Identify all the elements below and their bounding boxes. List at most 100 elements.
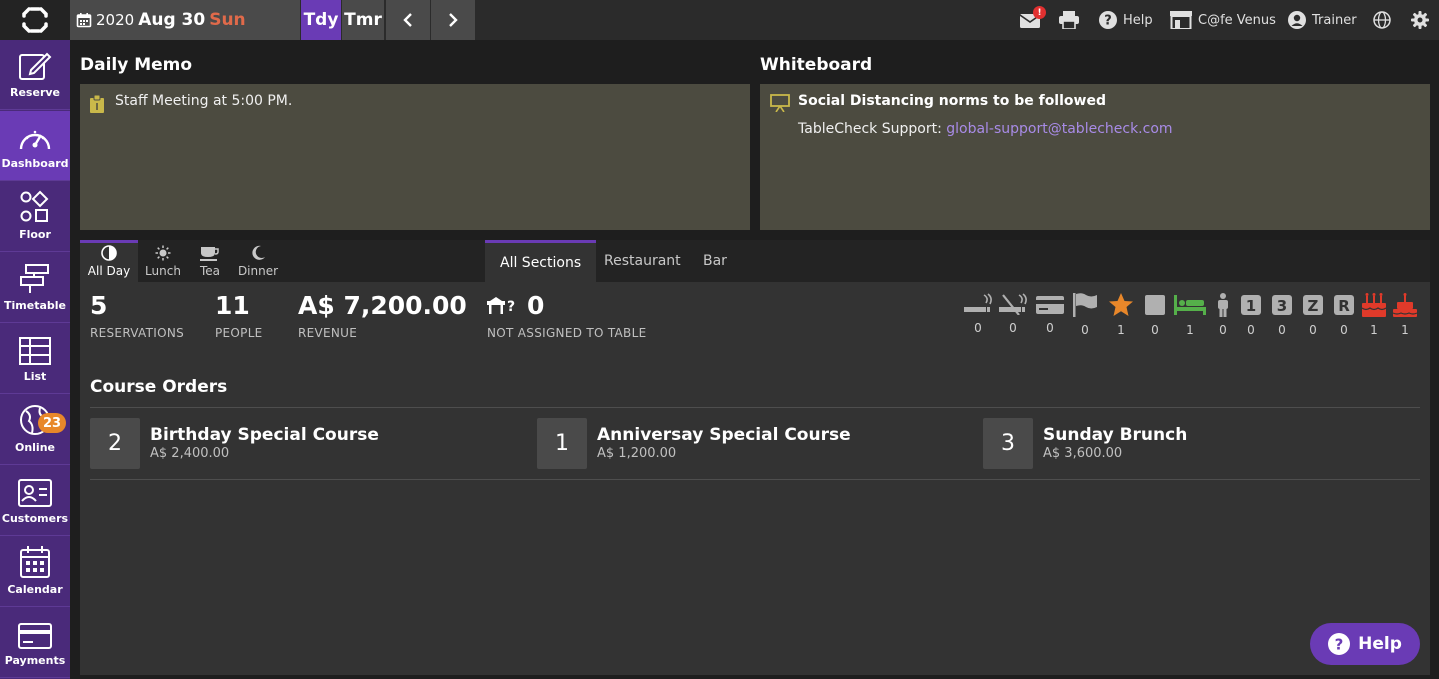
stat-unassigned[interactable]: ? 0 NOT ASSIGNED TO TABLE — [487, 292, 646, 340]
r-badge-icon: R — [1334, 295, 1354, 315]
flag-anniversary[interactable]: 1 — [1390, 293, 1420, 337]
no-smoking-icon — [999, 293, 1027, 315]
flag-flag[interactable]: 0 — [1070, 293, 1100, 337]
flag-square[interactable]: 0 — [1140, 293, 1170, 337]
top-bar: 2020 Aug 30 Sun Tdy Tmr ! ? Help C@fe Ve… — [0, 0, 1439, 40]
anniversary-cake-icon — [1392, 293, 1418, 317]
sidebar-item-customers[interactable]: Customers — [0, 466, 70, 536]
divider — [90, 479, 1420, 480]
flag-one[interactable]: 1 0 — [1236, 293, 1266, 337]
tab-dinner[interactable]: Dinner — [235, 240, 281, 282]
flag-star[interactable]: 1 — [1106, 293, 1136, 337]
sidebar: Reserve Dashboard Floor Timetable List 2… — [0, 40, 70, 679]
date-month-day: Aug 30 — [138, 10, 206, 30]
sidebar-item-list[interactable]: List — [0, 324, 70, 394]
flag-count: 0 — [1247, 323, 1255, 337]
credit-card-icon — [18, 623, 52, 649]
tab-lunch[interactable]: Lunch — [140, 240, 186, 282]
date-picker[interactable]: 2020 Aug 30 Sun — [70, 0, 300, 40]
tab-tea[interactable]: Tea — [190, 240, 230, 282]
flag-count: 0 — [974, 321, 982, 335]
globe-icon — [1373, 11, 1391, 29]
next-day-button[interactable] — [431, 0, 475, 40]
shop-selector[interactable]: C@fe Venus — [1170, 0, 1276, 40]
stat-label: REVENUE — [298, 326, 358, 340]
flag-birthday[interactable]: 1 — [1359, 293, 1389, 337]
settings-button[interactable] — [1411, 0, 1429, 40]
flag-bed[interactable]: 1 — [1174, 293, 1206, 337]
stat-people: 11 PEOPLE — [215, 292, 263, 341]
flag-count: 1 — [1186, 323, 1194, 337]
sidebar-label: Timetable — [4, 299, 66, 312]
today-button[interactable]: Tdy — [301, 0, 341, 40]
help-label: Help — [1123, 12, 1153, 28]
gear-icon — [1411, 11, 1429, 29]
tab-all-day[interactable]: All Day — [80, 240, 138, 282]
speedometer-icon — [19, 130, 51, 150]
sidebar-item-floor[interactable]: Floor — [0, 182, 70, 252]
support-email-link[interactable]: global-support@tablecheck.com — [946, 121, 1172, 137]
flag-smoking[interactable]: 0 — [963, 293, 993, 335]
sidebar-item-timetable[interactable]: Timetable — [0, 253, 70, 323]
flag-person[interactable]: 0 — [1208, 293, 1238, 337]
course-qty: 3 — [983, 417, 1033, 469]
sidebar-label: Online — [14, 441, 55, 454]
tab-all-sections[interactable]: All Sections — [485, 240, 597, 282]
tomorrow-button[interactable]: Tmr — [342, 0, 384, 40]
memo-text: Staff Meeting at 5:00 PM. — [115, 93, 293, 109]
course-price: A$ 3,600.00 — [1043, 446, 1123, 461]
daily-memo-box[interactable]: Staff Meeting at 5:00 PM. — [80, 84, 750, 230]
course-item[interactable]: 3 Sunday Brunch A$ 3,600.00 — [983, 417, 1187, 469]
sidebar-item-dashboard[interactable]: Dashboard — [0, 111, 70, 181]
user-name: Trainer — [1312, 12, 1357, 28]
stat-reservations: 5 RESERVATIONS — [90, 291, 184, 341]
tab-restaurant[interactable]: Restaurant — [589, 240, 696, 282]
flag-count: 0 — [1340, 323, 1348, 337]
credit-card-icon — [1036, 296, 1064, 314]
tab-label: Tea — [199, 264, 221, 278]
mail-button[interactable]: ! — [1020, 0, 1046, 40]
svg-text:3: 3 — [1277, 297, 1287, 315]
flag-count: 0 — [1278, 323, 1286, 337]
language-button[interactable] — [1373, 0, 1391, 40]
daily-memo-title: Daily Memo — [80, 55, 193, 75]
online-badge: 23 — [38, 413, 66, 433]
stat-value: 5 — [90, 291, 108, 320]
help-fab-label: Help — [1358, 634, 1402, 654]
help-link[interactable]: ? Help — [1099, 0, 1153, 40]
flag-card[interactable]: 0 — [1035, 293, 1065, 335]
help-floating-button[interactable]: ? Help — [1310, 623, 1420, 665]
flag-z[interactable]: Z 0 — [1298, 293, 1328, 337]
tab-bar[interactable]: Bar — [688, 240, 742, 282]
stat-revenue: A$ 7,200.00 REVENUE — [298, 292, 467, 341]
flag-count: 0 — [1081, 323, 1089, 337]
sidebar-item-reserve[interactable]: Reserve — [0, 40, 70, 110]
tabs-row: All Day Lunch Tea Dinner All Sections Re… — [80, 240, 1430, 282]
whiteboard-box[interactable]: Social Distancing norms to be followed T… — [760, 84, 1430, 230]
course-item[interactable]: 2 Birthday Special Course A$ 2,400.00 — [90, 417, 379, 469]
sidebar-label: Floor — [19, 228, 51, 241]
user-menu[interactable]: Trainer — [1288, 0, 1357, 40]
course-price: A$ 1,200.00 — [597, 446, 677, 461]
stat-label: NOT ASSIGNED TO TABLE — [487, 326, 647, 340]
flag-r[interactable]: R 0 — [1329, 293, 1359, 337]
flag-no-smoking[interactable]: 0 — [998, 293, 1028, 335]
sidebar-item-calendar[interactable]: Calendar — [0, 537, 70, 607]
printer-icon — [1059, 11, 1079, 29]
three-badge-icon: 3 — [1272, 295, 1292, 315]
prev-day-button[interactable] — [386, 0, 430, 40]
sidebar-item-payments[interactable]: Payments — [0, 608, 70, 678]
app-logo[interactable] — [0, 0, 70, 40]
flag-three[interactable]: 3 0 — [1267, 293, 1297, 337]
print-button[interactable] — [1059, 0, 1079, 40]
sidebar-item-online[interactable]: 23 Online — [0, 395, 70, 465]
course-name: Anniversay Special Course — [597, 425, 851, 445]
clipboard-icon — [90, 95, 104, 113]
support-label: TableCheck Support: — [798, 121, 947, 137]
flag-count: 0 — [1309, 323, 1317, 337]
square-icon — [1145, 295, 1165, 315]
course-item[interactable]: 1 Anniversay Special Course A$ 1,200.00 — [537, 417, 851, 469]
sidebar-label: Reserve — [10, 86, 60, 99]
course-orders-title: Course Orders — [90, 377, 228, 397]
flag-count: 0 — [1009, 321, 1017, 335]
